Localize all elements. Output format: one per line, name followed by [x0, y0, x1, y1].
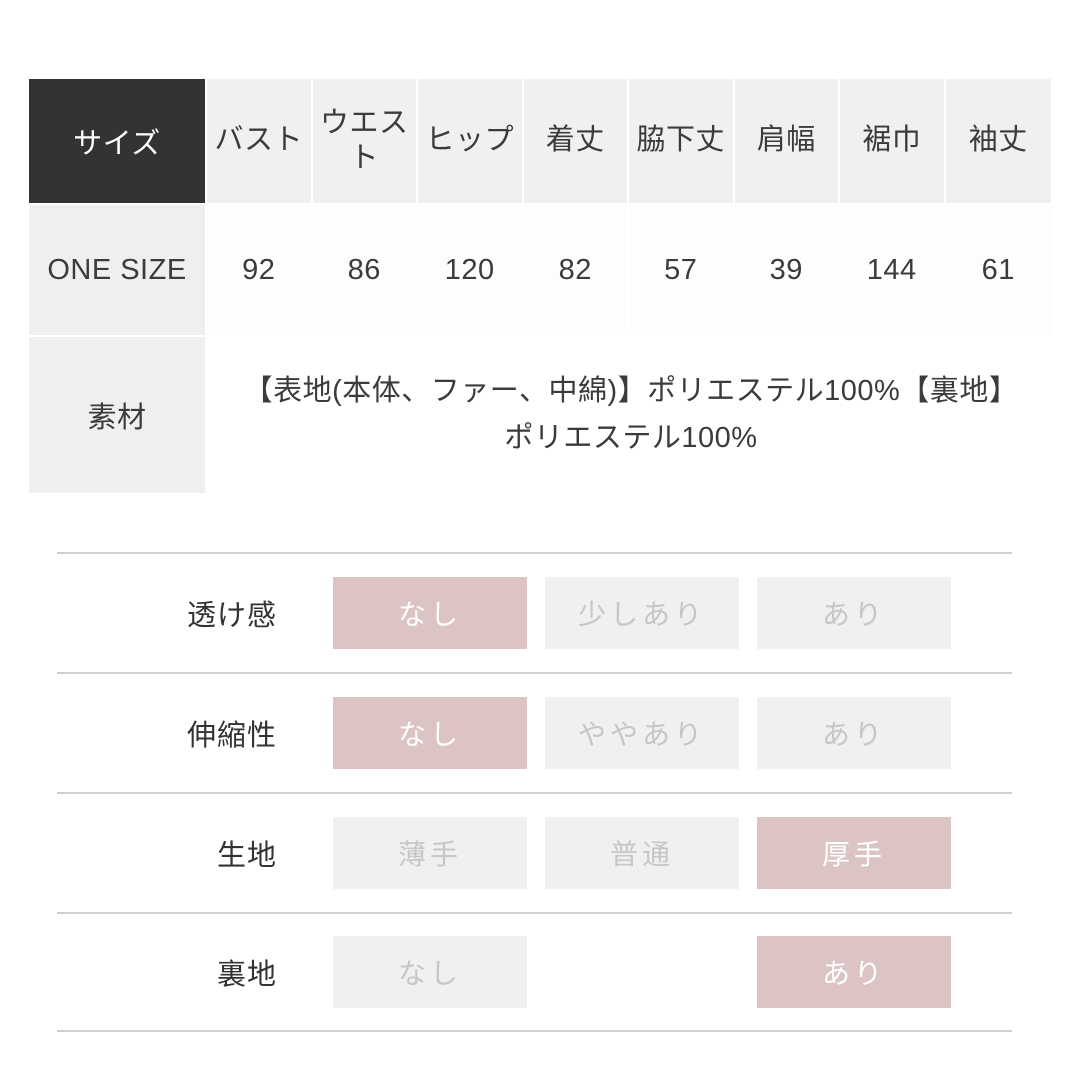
option-fabric-0[interactable]: 薄手 — [333, 817, 527, 889]
attribute-row-sheerness: 透け感 なし 少しあり あり — [57, 552, 1012, 672]
size-table-body: サイズ バスト ウエスト ヒップ 着丈 脇下丈 肩幅 裾巾 袖丈 ONE SIZ… — [29, 79, 1051, 493]
size-table-container: サイズ バスト ウエスト ヒップ 着丈 脇下丈 肩幅 裾巾 袖丈 ONE SIZ… — [29, 79, 1051, 493]
option-sheerness-0[interactable]: なし — [333, 577, 527, 649]
attribute-list: 透け感 なし 少しあり あり 伸縮性 なし ややあり あり 生地 薄手 普通 厚… — [57, 552, 1012, 1032]
value-length: 82 — [523, 205, 629, 337]
column-header-shoulder-width: 肩幅 — [734, 79, 840, 205]
column-header-underarm-length: 脇下丈 — [629, 79, 735, 205]
option-fabric-2[interactable]: 厚手 — [757, 817, 951, 889]
column-header-hem-width: 裾巾 — [840, 79, 946, 205]
attribute-label-stretch: 伸縮性 — [186, 720, 277, 752]
column-header-length: 着丈 — [523, 79, 629, 205]
attribute-row-fabric: 生地 薄手 普通 厚手 — [57, 792, 1012, 912]
attribute-options-stretch: なし ややあり あり — [333, 697, 1012, 769]
value-hip: 120 — [418, 205, 524, 337]
attribute-options-lining: なし あり — [333, 936, 1012, 1008]
attribute-options-sheerness: なし 少しあり あり — [333, 577, 1012, 649]
value-shoulder-width: 39 — [734, 205, 840, 337]
attribute-row-stretch: 伸縮性 なし ややあり あり — [57, 672, 1012, 792]
column-header-bust: バスト — [207, 79, 313, 205]
column-header-size: サイズ — [29, 79, 207, 205]
material-composition-text: 【表地(本体、ファー、中綿)】ポリエステル100%【裏地】ポリエステル100% — [207, 337, 1051, 493]
table-row: ONE SIZE 92 86 120 82 57 39 144 61 — [29, 205, 1051, 337]
option-lining-1 — [545, 936, 739, 1008]
option-lining-2[interactable]: あり — [757, 936, 951, 1008]
option-stretch-0[interactable]: なし — [333, 697, 527, 769]
attribute-label-lining: 裏地 — [216, 959, 277, 991]
option-sheerness-2[interactable]: あり — [757, 577, 951, 649]
option-lining-0[interactable]: なし — [333, 936, 527, 1008]
column-header-waist: ウエスト — [312, 79, 418, 205]
option-stretch-1[interactable]: ややあり — [545, 697, 739, 769]
value-sleeve-length: 61 — [945, 205, 1051, 337]
material-row: 素材 【表地(本体、ファー、中綿)】ポリエステル100%【裏地】ポリエステル10… — [29, 337, 1051, 493]
attribute-row-lining: 裏地 なし あり — [57, 912, 1012, 1032]
value-hem-width: 144 — [840, 205, 946, 337]
row-label-material: 素材 — [29, 337, 207, 493]
row-label-one-size: ONE SIZE — [29, 205, 207, 337]
option-stretch-2[interactable]: あり — [757, 697, 951, 769]
column-header-sleeve-length: 袖丈 — [945, 79, 1051, 205]
size-table-header-row: サイズ バスト ウエスト ヒップ 着丈 脇下丈 肩幅 裾巾 袖丈 — [29, 79, 1051, 205]
size-table: サイズ バスト ウエスト ヒップ 着丈 脇下丈 肩幅 裾巾 袖丈 ONE SIZ… — [29, 79, 1051, 493]
column-header-hip: ヒップ — [418, 79, 524, 205]
option-sheerness-1[interactable]: 少しあり — [545, 577, 739, 649]
attribute-label-sheerness: 透け感 — [186, 600, 277, 632]
value-waist: 86 — [312, 205, 418, 337]
value-underarm-length: 57 — [629, 205, 735, 337]
attribute-options-fabric: 薄手 普通 厚手 — [333, 817, 1012, 889]
option-fabric-1[interactable]: 普通 — [545, 817, 739, 889]
value-bust: 92 — [207, 205, 313, 337]
attribute-label-fabric: 生地 — [216, 840, 277, 872]
